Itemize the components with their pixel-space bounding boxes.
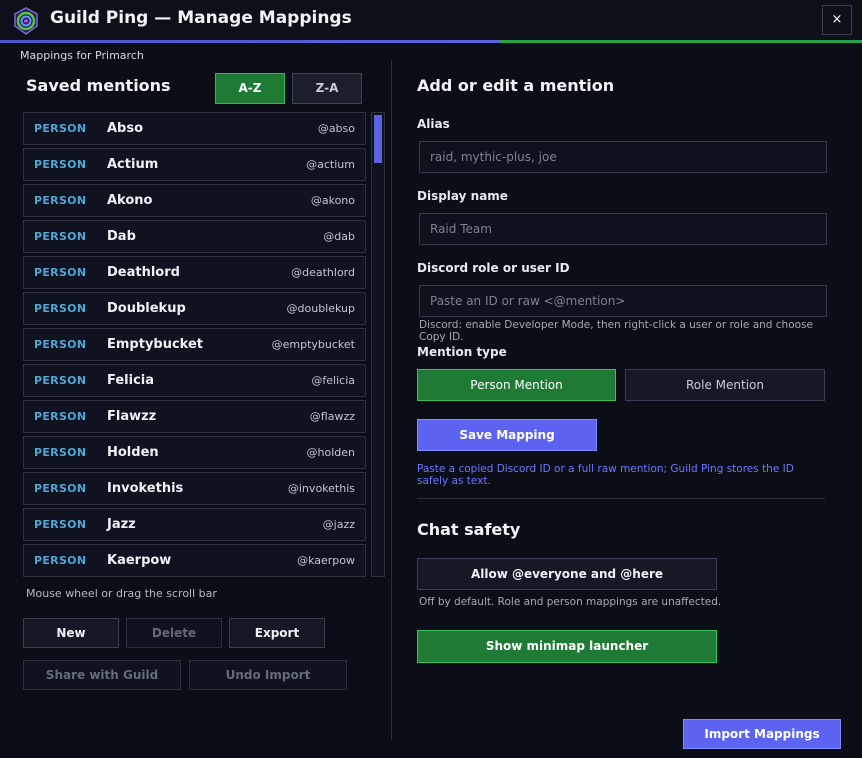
- share-with-guild-button[interactable]: Share with Guild: [23, 660, 181, 690]
- mention-kind-label: PERSON: [34, 374, 87, 387]
- mention-name: Doublekup: [107, 301, 186, 316]
- edit-mention-title: Add or edit a mention: [417, 76, 615, 95]
- undo-import-button[interactable]: Undo Import: [189, 660, 347, 690]
- mention-kind-label: PERSON: [34, 122, 87, 135]
- role-mention-toggle[interactable]: Role Mention: [625, 369, 825, 401]
- list-scrollbar[interactable]: [371, 112, 385, 577]
- title-bar: Guild Ping — Manage Mappings ×: [0, 0, 862, 40]
- mention-name: Actium: [107, 157, 159, 172]
- mention-handle: @deathlord: [291, 266, 355, 279]
- mention-handle: @emptybucket: [271, 338, 355, 351]
- mention-name: Jazz: [107, 517, 136, 532]
- mention-handle: @flawzz: [309, 410, 355, 423]
- window-title: Guild Ping — Manage Mappings: [50, 8, 352, 28]
- title-accent-bar: [0, 40, 862, 43]
- sort-az-button[interactable]: A-Z: [215, 73, 285, 104]
- mention-name: Invokethis: [107, 481, 184, 496]
- mention-name: Felicia: [107, 373, 155, 388]
- person-mention-toggle[interactable]: Person Mention: [417, 369, 616, 401]
- allow-everyone-note: Off by default. Role and person mappings…: [419, 596, 722, 608]
- mention-handle: @holden: [306, 446, 355, 459]
- mention-kind-label: PERSON: [34, 338, 87, 351]
- mention-kind-label: PERSON: [34, 158, 87, 171]
- mention-kind-label: PERSON: [34, 554, 87, 567]
- discord-id-help: Discord: enable Developer Mode, then rig…: [419, 319, 813, 343]
- mention-kind-label: PERSON: [34, 230, 87, 243]
- mention-name: Flawzz: [107, 409, 157, 424]
- list-scrollbar-thumb[interactable]: [374, 115, 382, 163]
- mention-list-item[interactable]: PERSON Doublekup @doublekup: [23, 292, 366, 325]
- mention-list-item[interactable]: PERSON Actium @actium: [23, 148, 366, 181]
- mention-handle: @felicia: [311, 374, 355, 387]
- mention-name: Deathlord: [107, 265, 180, 280]
- mention-handle: @doublekup: [286, 302, 355, 315]
- mention-list-item[interactable]: PERSON Jazz @jazz: [23, 508, 366, 541]
- mention-list-item[interactable]: PERSON Deathlord @deathlord: [23, 256, 366, 289]
- mention-handle: @abso: [317, 122, 355, 135]
- section-divider: [417, 498, 825, 499]
- mention-list-item[interactable]: PERSON Flawzz @flawzz: [23, 400, 366, 433]
- mappings-subtitle: Mappings for Primarch: [20, 49, 144, 62]
- mention-handle: @dab: [323, 230, 355, 243]
- close-button[interactable]: ×: [822, 5, 852, 35]
- delete-button[interactable]: Delete: [126, 618, 222, 648]
- mention-name: Akono: [107, 193, 153, 208]
- mention-list-item[interactable]: PERSON Invokethis @invokethis: [23, 472, 366, 505]
- panel-divider: [391, 60, 392, 740]
- mention-list-item[interactable]: PERSON Emptybucket @emptybucket: [23, 328, 366, 361]
- display-name-input[interactable]: [419, 213, 827, 245]
- discord-id-label: Discord role or user ID: [417, 261, 570, 275]
- mention-list-item[interactable]: PERSON Akono @akono: [23, 184, 366, 217]
- saved-mentions-title: Saved mentions: [26, 76, 171, 95]
- mention-kind-label: PERSON: [34, 194, 87, 207]
- mention-name: Kaerpow: [107, 553, 172, 568]
- save-mapping-note: Paste a copied Discord ID or a full raw …: [417, 463, 794, 487]
- mention-kind-label: PERSON: [34, 266, 87, 279]
- mention-list-item[interactable]: PERSON Felicia @felicia: [23, 364, 366, 397]
- discord-id-input[interactable]: [419, 285, 827, 317]
- alias-input[interactable]: [419, 141, 827, 173]
- sort-za-button[interactable]: Z-A: [292, 73, 362, 104]
- save-mapping-button[interactable]: Save Mapping: [417, 419, 597, 451]
- mention-handle: @kaerpow: [297, 554, 355, 567]
- guild-ping-logo-icon: [14, 7, 38, 35]
- mention-list-item[interactable]: PERSON Kaerpow @kaerpow: [23, 544, 366, 577]
- mention-kind-label: PERSON: [34, 410, 87, 423]
- mention-name: Holden: [107, 445, 159, 460]
- mention-handle: @invokethis: [287, 482, 355, 495]
- mention-kind-label: PERSON: [34, 302, 87, 315]
- mention-kind-label: PERSON: [34, 482, 87, 495]
- mention-list-item[interactable]: PERSON Holden @holden: [23, 436, 366, 469]
- chat-safety-title: Chat safety: [417, 520, 521, 539]
- mention-name: Abso: [107, 121, 144, 136]
- mention-kind-label: PERSON: [34, 518, 87, 531]
- import-mappings-button[interactable]: Import Mappings: [683, 719, 841, 749]
- saved-mentions-list: PERSON Abso @abso PERSON Actium @actium PERSON…: [23, 112, 367, 577]
- allow-everyone-here-toggle[interactable]: Allow @everyone and @here: [417, 558, 717, 590]
- mention-type-label: Mention type: [417, 345, 507, 359]
- scroll-hint: Mouse wheel or drag the scroll bar: [26, 587, 217, 600]
- mention-list-item[interactable]: PERSON Dab @dab: [23, 220, 366, 253]
- mention-name: Emptybucket: [107, 337, 204, 352]
- new-button[interactable]: New: [23, 618, 119, 648]
- mention-name: Dab: [107, 229, 136, 244]
- show-minimap-launcher-button[interactable]: Show minimap launcher: [417, 630, 717, 663]
- mention-list-item[interactable]: PERSON Abso @abso: [23, 112, 366, 145]
- mention-handle: @akono: [310, 194, 355, 207]
- mention-kind-label: PERSON: [34, 446, 87, 459]
- mention-handle: @actium: [306, 158, 355, 171]
- alias-label: Alias: [417, 117, 450, 131]
- mention-handle: @jazz: [322, 518, 355, 531]
- display-name-label: Display name: [417, 189, 508, 203]
- export-button[interactable]: Export: [229, 618, 325, 648]
